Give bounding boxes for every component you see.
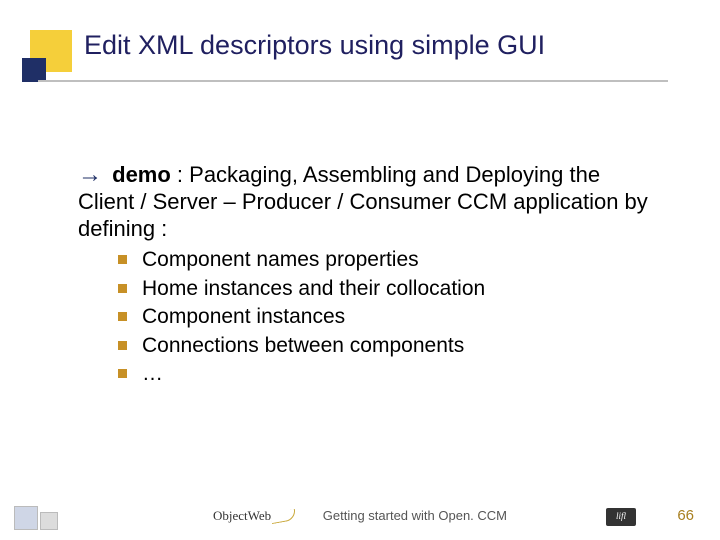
title-rule: [38, 80, 668, 82]
demo-paragraph: → demo : Packaging, Assembling and Deplo…: [78, 160, 648, 243]
objectweb-logo-text: ObjectWeb: [213, 508, 271, 523]
title-accent-navy: [22, 58, 46, 82]
list-item-text: Connections between components: [142, 334, 464, 357]
swoosh-icon: [271, 509, 297, 523]
slide-body: → demo : Packaging, Assembling and Deplo…: [78, 160, 648, 390]
arrow-icon: →: [78, 161, 102, 188]
list-item-text: Component names properties: [142, 248, 419, 271]
lifl-logo: lifl: [606, 508, 636, 526]
footer-caption: Getting started with Open. CCM: [323, 508, 507, 523]
list-item: …: [118, 361, 648, 387]
objectweb-logo: ObjectWeb: [213, 506, 297, 524]
list-item: Component names properties: [118, 247, 648, 273]
list-item-text: Home instances and their collocation: [142, 277, 485, 300]
slide: Edit XML descriptors using simple GUI → …: [0, 0, 720, 540]
list-item: Home instances and their collocation: [118, 276, 648, 302]
list-item-text: Component instances: [142, 305, 345, 328]
list-item-text: …: [142, 362, 163, 385]
lifl-logo-text: lifl: [606, 511, 636, 521]
bullet-list: Component names properties Home instance…: [118, 247, 648, 387]
demo-label: demo: [112, 162, 171, 187]
slide-title: Edit XML descriptors using simple GUI: [84, 30, 545, 61]
footer: ObjectWeb Getting started with Open. CCM…: [0, 490, 720, 530]
list-item: Connections between components: [118, 333, 648, 359]
page-number: 66: [677, 507, 694, 524]
list-item: Component instances: [118, 304, 648, 330]
